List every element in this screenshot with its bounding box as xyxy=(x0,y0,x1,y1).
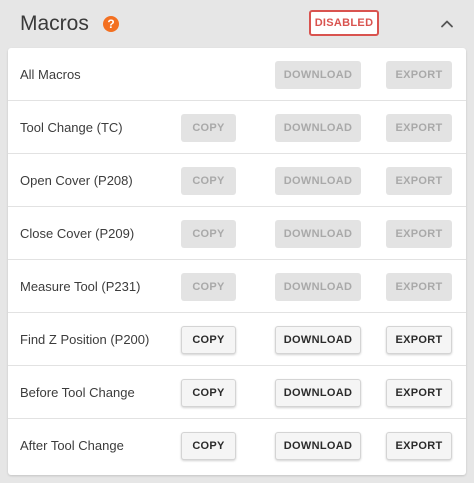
download-button[interactable]: DOWNLOAD xyxy=(275,273,361,301)
export-button[interactable]: EXPORT xyxy=(386,379,452,407)
macro-row-close-cover: Close Cover (P209) COPY DOWNLOAD EXPORT xyxy=(8,207,466,260)
download-button[interactable]: DOWNLOAD xyxy=(275,61,361,89)
macro-label: All Macros xyxy=(20,67,81,82)
copy-button[interactable]: COPY xyxy=(181,432,236,460)
copy-button[interactable]: COPY xyxy=(181,273,236,301)
copy-button[interactable]: COPY xyxy=(181,326,236,354)
export-button[interactable]: EXPORT xyxy=(386,167,452,195)
macro-label: Open Cover (P208) xyxy=(20,173,133,188)
download-button[interactable]: DOWNLOAD xyxy=(275,379,361,407)
macro-row-tool-change: Tool Change (TC) COPY DOWNLOAD EXPORT xyxy=(8,101,466,154)
macro-row-all-macros: All Macros DOWNLOAD EXPORT xyxy=(8,48,466,101)
status-badge: DISABLED xyxy=(309,10,379,36)
macro-label: Tool Change (TC) xyxy=(20,120,123,135)
macro-row-after-tool-change: After Tool Change COPY DOWNLOAD EXPORT xyxy=(8,419,466,472)
copy-button[interactable]: COPY xyxy=(181,167,236,195)
macro-row-before-tool-change: Before Tool Change COPY DOWNLOAD EXPORT xyxy=(8,366,466,419)
chevron-up-icon[interactable] xyxy=(438,15,456,33)
export-button[interactable]: EXPORT xyxy=(386,220,452,248)
download-button[interactable]: DOWNLOAD xyxy=(275,167,361,195)
download-button[interactable]: DOWNLOAD xyxy=(275,326,361,354)
export-button[interactable]: EXPORT xyxy=(386,432,452,460)
macro-label: Before Tool Change xyxy=(20,385,135,400)
macro-label: Close Cover (P209) xyxy=(20,226,135,241)
panel-title: Macros xyxy=(20,12,89,35)
copy-button[interactable]: COPY xyxy=(181,220,236,248)
download-button[interactable]: DOWNLOAD xyxy=(275,220,361,248)
macro-row-open-cover: Open Cover (P208) COPY DOWNLOAD EXPORT xyxy=(8,154,466,207)
macro-row-find-z-position: Find Z Position (P200) COPY DOWNLOAD EXP… xyxy=(8,313,466,366)
macro-label: Find Z Position (P200) xyxy=(20,332,150,347)
panel-header[interactable]: Macros ? DISABLED xyxy=(0,0,474,48)
export-button[interactable]: EXPORT xyxy=(386,326,452,354)
copy-button[interactable]: COPY xyxy=(181,114,236,142)
macro-label: Measure Tool (P231) xyxy=(20,279,141,294)
macro-row-measure-tool: Measure Tool (P231) COPY DOWNLOAD EXPORT xyxy=(8,260,466,313)
macro-label: After Tool Change xyxy=(20,438,124,453)
download-button[interactable]: DOWNLOAD xyxy=(275,114,361,142)
help-icon[interactable]: ? xyxy=(103,16,119,32)
copy-button[interactable]: COPY xyxy=(181,379,236,407)
export-button[interactable]: EXPORT xyxy=(386,61,452,89)
export-button[interactable]: EXPORT xyxy=(386,273,452,301)
macros-panel: Macros ? DISABLED All Macros DOWNLOAD EX… xyxy=(0,0,474,483)
export-button[interactable]: EXPORT xyxy=(386,114,452,142)
download-button[interactable]: DOWNLOAD xyxy=(275,432,361,460)
macro-list: All Macros DOWNLOAD EXPORT Tool Change (… xyxy=(8,48,466,475)
